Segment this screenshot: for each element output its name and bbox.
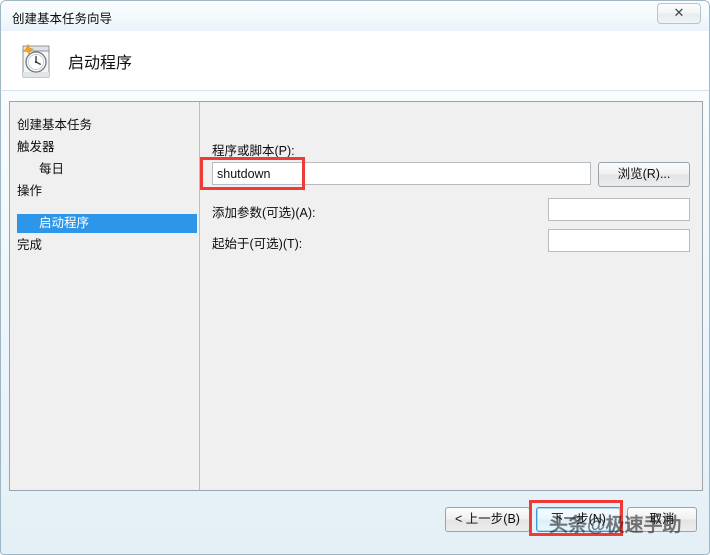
add-arguments-label: 添加参数(可选)(A): [212,206,316,220]
close-button[interactable]: ✕ [657,3,701,24]
start-in-input[interactable] [548,229,690,252]
sidebar-item-create-basic-task[interactable]: 创建基本任务 [17,116,197,135]
task-wizard-window: 创建基本任务向导 ✕ 启动程序 创建基本任务 触发器 每日 操作 启动程序 完成… [0,0,710,555]
add-arguments-input[interactable] [548,198,690,221]
sidebar-item-start-program[interactable]: 启动程序 [17,214,197,233]
window-title: 创建基本任务向导 [12,12,113,26]
wizard-footer: < 上一步(B) 下一步(N) 取消 [2,491,709,554]
wizard-content-panel: 创建基本任务 触发器 每日 操作 启动程序 完成 程序或脚本(P): 浏览(R)… [9,101,703,491]
title-bar: 创建基本任务向导 ✕ [1,1,709,31]
sidebar-item-trigger[interactable]: 触发器 [17,138,197,157]
back-button[interactable]: < 上一步(B) [445,507,530,532]
sidebar-item-daily[interactable]: 每日 [17,160,197,179]
cancel-button[interactable]: 取消 [627,507,697,532]
program-or-script-input[interactable] [212,162,591,185]
browse-button[interactable]: 浏览(R)... [598,162,690,187]
program-or-script-label: 程序或脚本(P): [212,144,295,158]
wizard-step-list: 创建基本任务 触发器 每日 操作 启动程序 完成 [10,102,200,490]
page-title: 启动程序 [68,55,133,72]
close-icon: ✕ [673,6,685,21]
wizard-header: 启动程序 [2,31,709,91]
sidebar-item-action[interactable]: 操作 [17,182,197,201]
task-scheduler-clock-calendar-icon [16,40,58,82]
next-button[interactable]: 下一步(N) [536,507,621,532]
start-in-label: 起始于(可选)(T): [212,237,303,251]
sidebar-item-finish[interactable]: 完成 [17,236,197,255]
